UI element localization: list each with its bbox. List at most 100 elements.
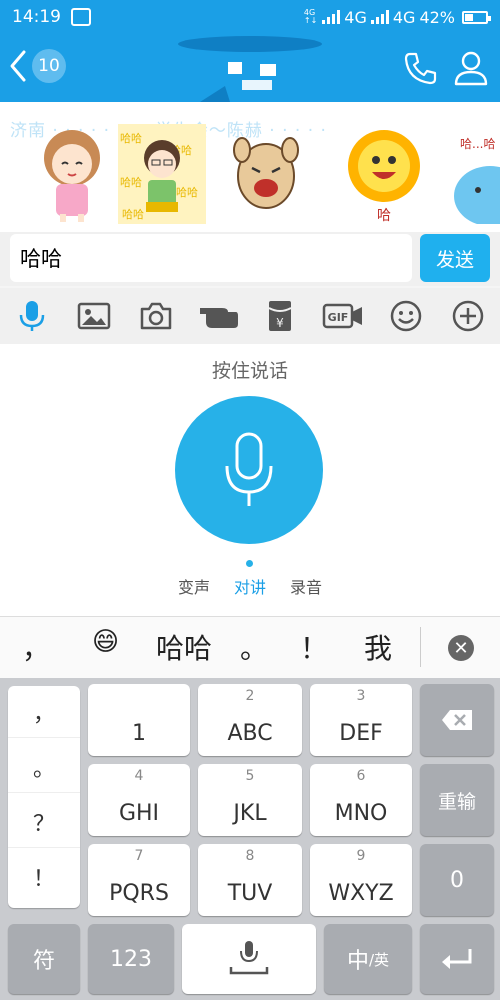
- key-9-num: 9: [356, 848, 366, 864]
- emoji-icon[interactable]: [388, 298, 424, 334]
- candidate-haha[interactable]: 哈哈: [156, 627, 212, 667]
- punct-question[interactable]: ？: [8, 796, 80, 848]
- key-8-num: 8: [245, 848, 255, 864]
- gif-label: GIF: [328, 311, 349, 324]
- status-time: 14:19: [12, 7, 61, 27]
- close-candidates-icon[interactable]: ✕: [448, 635, 474, 661]
- network-type-1: 4G: [344, 7, 367, 27]
- sticker-suggestions: 济南 · · · · · · · · 学生会～陈赫 · · · · · 哈哈哈哈…: [0, 102, 500, 232]
- key-1-label: 1: [132, 721, 146, 746]
- candidate-wo[interactable]: 我: [364, 627, 392, 667]
- screenshot-icon: [71, 8, 91, 26]
- backspace-key[interactable]: [420, 684, 494, 756]
- yuan-label: ¥: [276, 316, 284, 330]
- key-8[interactable]: 8 TUV: [198, 844, 302, 916]
- unread-count-badge: 10: [32, 49, 66, 83]
- key-6[interactable]: 6 MNO: [310, 764, 412, 836]
- signal-icon-2: [370, 10, 389, 24]
- hand-icon[interactable]: [198, 298, 240, 334]
- lang-alt-label: /英: [368, 950, 390, 969]
- chevron-left-icon: [10, 50, 26, 82]
- battery-percent: 42%: [419, 7, 455, 27]
- girl-sticker[interactable]: [28, 124, 116, 224]
- key-6-label: MNO: [334, 801, 388, 826]
- mode-voice-change[interactable]: 变声: [178, 574, 210, 598]
- space-key[interactable]: [182, 924, 316, 994]
- plus-icon[interactable]: [450, 298, 486, 334]
- back-button[interactable]: 10: [8, 46, 66, 86]
- key-4[interactable]: 4 GHI: [88, 764, 190, 836]
- sun-caption: 哈: [377, 208, 391, 224]
- svg-text:哈哈: 哈哈: [176, 186, 198, 199]
- status-bar: 14:19 4G ↑↓ 4G 4G 42%: [0, 0, 500, 34]
- chat-title-obscured: [178, 36, 322, 102]
- mode-record[interactable]: 录音: [290, 574, 322, 598]
- camera-icon[interactable]: [138, 298, 174, 334]
- punct-period[interactable]: 。: [8, 741, 80, 793]
- zero-key[interactable]: 0: [420, 844, 494, 916]
- reenter-key[interactable]: 重输: [420, 764, 494, 836]
- page-indicator-dot: [246, 560, 253, 567]
- punct-exclamation[interactable]: ！: [8, 851, 80, 903]
- voice-input-icon: [229, 941, 269, 975]
- key-3-num: 3: [356, 688, 366, 704]
- candidate-period[interactable]: 。: [240, 627, 268, 667]
- language-switch-key[interactable]: 中/英: [324, 924, 412, 994]
- punct-comma[interactable]: ，: [8, 686, 80, 738]
- candidate-divider: [420, 627, 421, 667]
- key-8-label: TUV: [227, 881, 273, 906]
- key-5-num: 5: [245, 768, 255, 784]
- key-4-num: 4: [134, 768, 144, 784]
- key-4-label: GHI: [118, 801, 160, 826]
- image-icon[interactable]: [76, 298, 112, 334]
- enter-icon: [442, 949, 472, 969]
- hold-to-talk-button[interactable]: [175, 396, 323, 544]
- punctuation-column[interactable]: ， 。 ？ ！: [8, 686, 80, 908]
- candidate-emoji[interactable]: 😄: [92, 627, 119, 657]
- battery-icon: [462, 10, 491, 24]
- candidate-comma[interactable]: ，: [22, 627, 50, 667]
- symbols-key[interactable]: 符: [8, 924, 80, 994]
- lang-main-label: 中: [346, 949, 369, 974]
- profile-icon[interactable]: [452, 48, 490, 86]
- red-packet-icon[interactable]: ¥: [262, 298, 298, 334]
- status-indicators: 4G ↑↓ 4G 4G 42%: [303, 7, 491, 27]
- key-9-label: WXYZ: [328, 881, 394, 906]
- composer-row: 发送: [0, 232, 500, 286]
- enter-key[interactable]: [420, 924, 494, 994]
- alpaca-sticker[interactable]: [222, 124, 310, 224]
- hold-to-talk-hint: 按住说话: [211, 360, 288, 382]
- boy-sticker[interactable]: 哈哈哈哈哈哈哈哈哈哈: [118, 124, 206, 224]
- sun-sticker[interactable]: 哈: [340, 124, 428, 224]
- numbers-key[interactable]: 123: [88, 924, 174, 994]
- mic-icon[interactable]: [14, 298, 50, 334]
- key-1[interactable]: 1: [88, 684, 190, 756]
- candidate-bar: ， 😄 哈哈 。 ！ 我 ✕: [0, 616, 500, 678]
- partial-caption: 哈...哈: [460, 137, 495, 151]
- key-5-label: JKL: [233, 801, 267, 826]
- phone-call-icon[interactable]: [402, 50, 438, 86]
- gif-icon[interactable]: GIF: [322, 298, 364, 334]
- key-2[interactable]: 2 ABC: [198, 684, 302, 756]
- svg-text:哈哈: 哈哈: [122, 208, 144, 221]
- volte-icon: 4G ↑↓: [303, 8, 318, 25]
- key-3[interactable]: 3 DEF: [310, 684, 412, 756]
- key-7-label: PQRS: [109, 881, 169, 906]
- backspace-icon: [442, 710, 472, 730]
- key-7-num: 7: [134, 848, 144, 864]
- key-3-label: DEF: [339, 721, 383, 746]
- network-type-2: 4G: [392, 7, 416, 27]
- mode-walkie-talkie[interactable]: 对讲: [234, 574, 266, 598]
- key-5[interactable]: 5 JKL: [198, 764, 302, 836]
- message-input[interactable]: [10, 234, 412, 282]
- send-button[interactable]: 发送: [420, 234, 490, 282]
- blue-creature-sticker[interactable]: 哈...哈: [450, 124, 500, 224]
- candidate-exclamation[interactable]: ！: [300, 627, 328, 667]
- key-7[interactable]: 7 PQRS: [88, 844, 190, 916]
- key-9[interactable]: 9 WXYZ: [310, 844, 412, 916]
- key-2-label: ABC: [227, 721, 273, 746]
- svg-text:哈哈: 哈哈: [120, 132, 142, 145]
- t9-keyboard: ， 。 ？ ！ 1 2 ABC 3 DEF 4 GHI 5 JKL 6 MNO …: [0, 678, 500, 1000]
- key-2-num: 2: [245, 688, 255, 704]
- input-toolbar: ¥ GIF: [0, 288, 500, 344]
